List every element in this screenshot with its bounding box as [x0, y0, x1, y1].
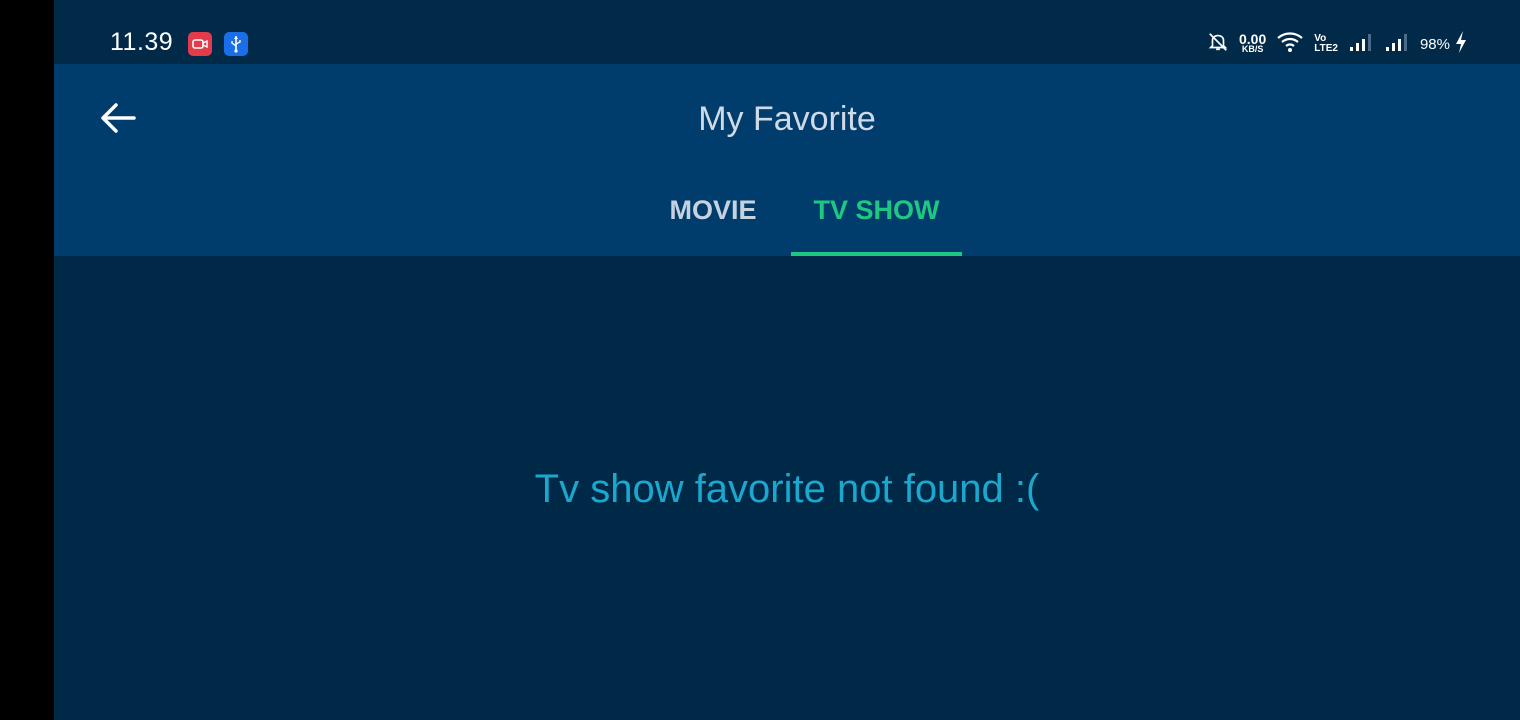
wifi-icon — [1276, 31, 1304, 58]
mute-bell-icon — [1207, 31, 1229, 58]
volte-indicator: Vo LTE2 — [1314, 34, 1338, 54]
signal-icon — [1384, 31, 1410, 58]
empty-state-message: Tv show favorite not found :( — [534, 467, 1040, 511]
status-icons: 0.00 KB/S Vo LTE2 98% — [1207, 30, 1468, 58]
tab-bar: MOVIE TV SHOW — [638, 184, 962, 256]
usb-icon — [224, 32, 248, 56]
page-title: My Favorite — [698, 100, 876, 138]
tab-movie-label: MOVIE — [669, 195, 757, 225]
tab-tv-show[interactable]: TV SHOW — [791, 184, 962, 256]
tab-tv-show-label: TV SHOW — [813, 195, 940, 225]
volte-bottom: LTE2 — [1314, 43, 1338, 54]
charging-icon — [1454, 30, 1468, 59]
network-speed: 0.00 KB/S — [1239, 31, 1267, 54]
network-speed-unit: KB/S — [1241, 44, 1264, 54]
status-time: 11.39 — [110, 28, 174, 56]
app-screen: 11.39 0.00 KB/S Vo LTE2 98% My Favorite … — [54, 0, 1520, 720]
signal-icon — [1348, 31, 1374, 58]
battery-level: 98% — [1419, 35, 1450, 53]
tab-indicator — [791, 252, 962, 256]
app-bar: My Favorite MOVIE TV SHOW — [54, 64, 1520, 256]
screen-record-icon — [188, 32, 212, 56]
tab-movie[interactable]: MOVIE — [638, 184, 788, 256]
network-speed-value: 0.00 — [1239, 31, 1267, 47]
status-bar: 11.39 0.00 KB/S Vo LTE2 98% — [54, 0, 1520, 64]
